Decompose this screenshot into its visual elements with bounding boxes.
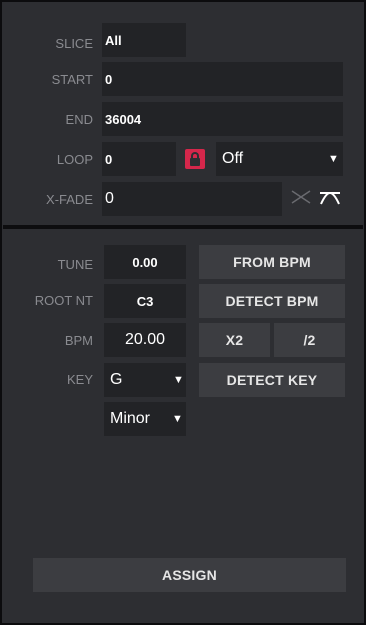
crossfade-linear-icon[interactable] — [290, 189, 312, 205]
xfade-label: X-FADE — [46, 192, 93, 207]
detect-key-button[interactable]: DETECT KEY — [199, 363, 345, 397]
xfade-field[interactable]: 0 — [102, 182, 282, 216]
tune-field[interactable]: 0.00 — [104, 245, 186, 279]
chevron-down-icon: ▼ — [173, 374, 184, 386]
bpm-label: BPM — [64, 333, 93, 348]
crossfade-curve-icon[interactable] — [318, 188, 342, 206]
end-field[interactable]: 36004 — [102, 102, 343, 136]
slice-settings-panel: SLICE All START 0 END 36004 LOOP 0 Off ▼… — [3, 3, 363, 225]
detect-bpm-button[interactable]: DETECT BPM — [199, 284, 345, 318]
loop-mode-select[interactable]: Off — [216, 142, 343, 176]
start-label: START — [51, 72, 93, 87]
tune-label: TUNE — [57, 257, 93, 272]
x2-button[interactable]: X2 — [199, 323, 270, 357]
root-note-label: ROOT NT — [34, 293, 93, 308]
assign-button[interactable]: ASSIGN — [33, 558, 346, 592]
end-label: END — [65, 112, 93, 127]
loop-label: LOOP — [56, 152, 93, 167]
start-field[interactable]: 0 — [102, 62, 343, 96]
slice-field[interactable]: All — [102, 23, 186, 57]
key-label: KEY — [66, 372, 93, 387]
chevron-down-icon: ▼ — [328, 153, 339, 165]
pitch-tempo-panel: TUNE 0.00 FROM BPM ROOT NT C3 DETECT BPM… — [3, 229, 363, 623]
loop-field[interactable]: 0 — [102, 142, 176, 176]
key-value: G — [110, 371, 123, 388]
sample-edit-panel: SLICE All START 0 END 36004 LOOP 0 Off ▼… — [0, 0, 366, 625]
from-bpm-button[interactable]: FROM BPM — [199, 245, 345, 279]
chevron-down-icon: ▼ — [172, 413, 183, 425]
scale-value: Minor — [110, 410, 151, 427]
slice-label: SLICE — [55, 36, 93, 51]
lock-icon[interactable] — [185, 149, 205, 169]
root-note-field[interactable]: C3 — [104, 284, 186, 318]
loop-mode-value: Off — [222, 150, 244, 167]
bpm-field[interactable]: 20.00 — [104, 323, 186, 357]
half-button[interactable]: /2 — [274, 323, 345, 357]
